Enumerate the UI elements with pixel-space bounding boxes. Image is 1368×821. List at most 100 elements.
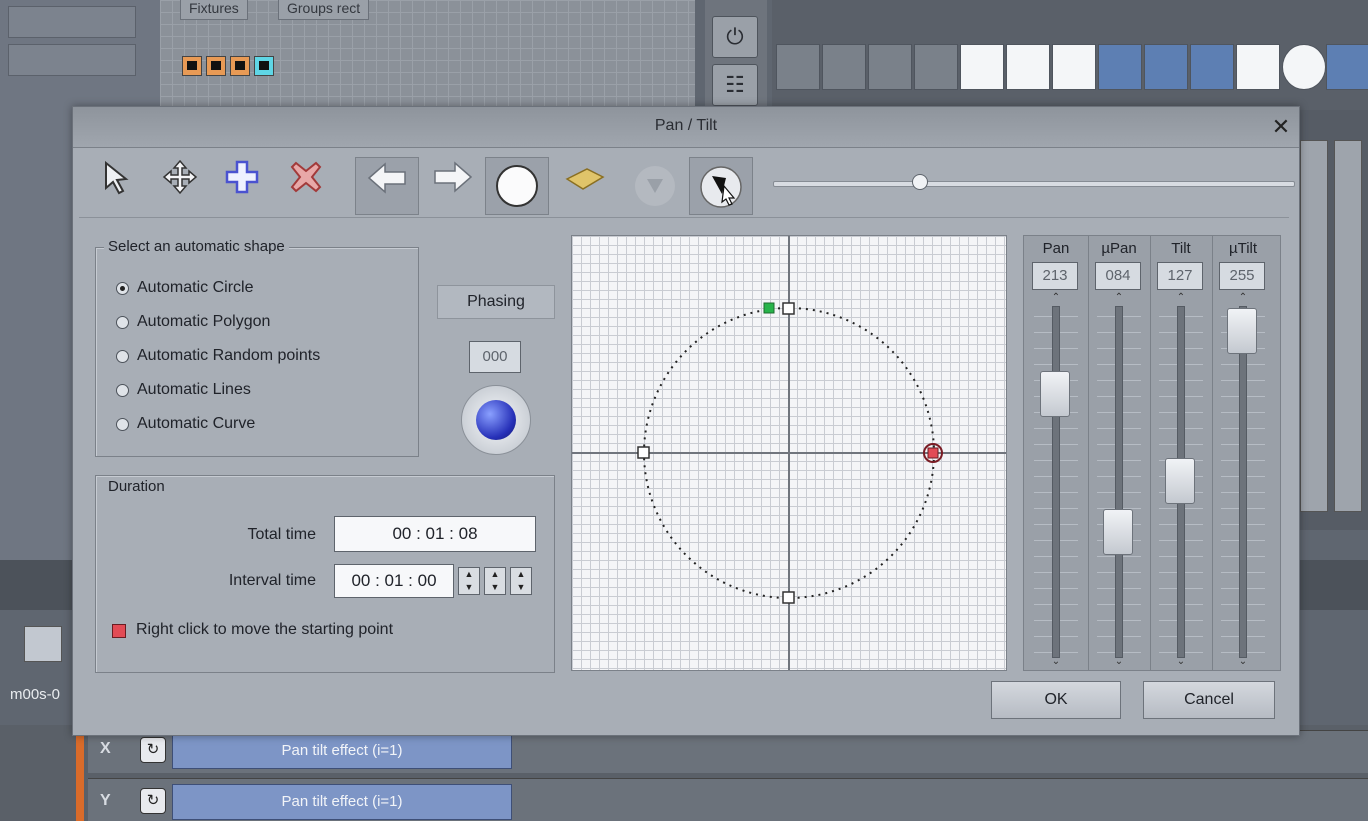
fader-handle[interactable] (1227, 308, 1257, 354)
duration-groupbox: Duration Total time 00 : 01 : 08 Interva… (95, 475, 555, 673)
ok-button[interactable]: OK (991, 681, 1121, 719)
fader-track[interactable] (1115, 306, 1123, 658)
fader-value[interactable]: 084 (1095, 262, 1141, 290)
preset-cell[interactable] (822, 44, 866, 90)
preset-cell[interactable] (1006, 44, 1050, 90)
radio-indicator[interactable] (116, 315, 129, 329)
fixture-icon[interactable] (206, 56, 226, 76)
fader-up-icon[interactable]: ⌃ (1050, 292, 1062, 304)
preset-cell[interactable] (1236, 44, 1280, 90)
map-icon[interactable] (553, 157, 617, 215)
dialog-title: Pan / Tilt (654, 117, 718, 134)
effect-clip[interactable]: Pan tilt effect (i=1) (172, 784, 512, 820)
rail-fader[interactable] (1300, 140, 1328, 512)
radio-label: Automatic Polygon (137, 313, 271, 330)
row-letter: Y (100, 792, 111, 809)
fader-up-icon[interactable]: ⌃ (1175, 292, 1187, 304)
radio-automatic-lines[interactable]: Automatic Lines (116, 378, 251, 402)
preset-cell[interactable] (1052, 44, 1096, 90)
radio-automatic-random-points[interactable]: Automatic Random points (116, 344, 320, 368)
fader-upan: µPan 084 ⌃ ⌄ (1088, 236, 1148, 670)
arrow-left-icon[interactable] (355, 157, 419, 215)
preset-cell[interactable] (776, 44, 820, 90)
spin-seconds-icon[interactable]: ▲ ▼ (510, 567, 532, 595)
tab-groups-rect[interactable]: Groups rect (278, 0, 370, 20)
interval-time-field[interactable]: 00 : 01 : 00 (334, 564, 454, 598)
radio-indicator[interactable] (116, 383, 129, 397)
fader-label: µPan (1101, 240, 1137, 257)
radio-automatic-circle[interactable]: Automatic Circle (116, 276, 253, 300)
fader-value[interactable]: 213 (1032, 262, 1078, 290)
speed-slider[interactable] (773, 181, 1295, 187)
close-icon[interactable]: ✕ (1269, 115, 1293, 139)
fader-up-icon[interactable]: ⌃ (1237, 292, 1249, 304)
trajectory (637, 302, 943, 604)
fade-down-icon[interactable] (623, 157, 687, 215)
select-arrow-icon[interactable] (87, 157, 145, 215)
radio-indicator[interactable] (116, 281, 129, 295)
fixture-icon[interactable] (254, 56, 274, 76)
speed-slider-knob[interactable] (911, 174, 928, 190)
preset-cell[interactable] (914, 44, 958, 90)
refresh-icon[interactable]: ↻ (140, 737, 166, 763)
radio-indicator[interactable] (116, 349, 129, 363)
fader-tilt: Tilt 127 ⌃ ⌄ (1150, 236, 1210, 670)
cursor-pointer-icon[interactable] (689, 157, 753, 215)
radio-automatic-curve[interactable]: Automatic Curve (116, 412, 255, 436)
start-point-hint: Right click to move the starting point (136, 621, 394, 638)
knob-icon (476, 400, 516, 440)
preset-cell[interactable] (868, 44, 912, 90)
refresh-icon[interactable]: ↻ (140, 788, 166, 814)
move-cross-icon[interactable] (151, 157, 209, 215)
effect-icon[interactable] (1326, 44, 1368, 90)
playhead[interactable] (76, 725, 84, 821)
spin-hours-icon[interactable]: ▲ ▼ (458, 567, 480, 595)
prism-icon[interactable] (1144, 44, 1188, 90)
rail-fader[interactable] (1334, 140, 1362, 512)
fader-utilt: µTilt 255 ⌃ ⌄ (1212, 236, 1272, 670)
radio-indicator[interactable] (116, 417, 129, 431)
pan-tilt-grid[interactable] (571, 235, 1007, 671)
circle-shape-icon[interactable] (485, 157, 549, 215)
path-point-left (637, 446, 650, 459)
fader-down-icon[interactable]: ⌄ (1113, 656, 1125, 668)
effect-clip[interactable]: Pan tilt effect (i=1) (172, 733, 512, 769)
preset-circle[interactable] (1282, 44, 1326, 90)
fixture-icon[interactable] (182, 56, 202, 76)
preset-cell[interactable] (960, 44, 1004, 90)
beam-icon[interactable] (1190, 44, 1234, 90)
mixer-icon[interactable]: ☷ (712, 64, 758, 106)
arrow-right-icon[interactable] (421, 157, 485, 215)
fader-down-icon[interactable]: ⌄ (1237, 656, 1249, 668)
fader-label: Tilt (1171, 240, 1191, 257)
spin-minutes-icon[interactable]: ▲ ▼ (484, 567, 506, 595)
phasing-label: Phasing (437, 285, 555, 319)
fader-down-icon[interactable]: ⌄ (1050, 656, 1062, 668)
fader-down-icon[interactable]: ⌄ (1175, 656, 1187, 668)
fader-pan: Pan 213 ⌃ ⌄ (1026, 236, 1086, 670)
phasing-knob[interactable] (461, 385, 531, 455)
cube-icon[interactable] (24, 626, 62, 662)
fixture-icon[interactable] (230, 56, 250, 76)
fader-label: µTilt (1228, 240, 1258, 257)
fader-up-icon[interactable]: ⌃ (1113, 292, 1125, 304)
cancel-button[interactable]: Cancel (1143, 681, 1275, 719)
fader-track[interactable] (1239, 306, 1247, 658)
duration-groupbox-title: Duration (104, 478, 169, 495)
fader-value[interactable]: 255 (1219, 262, 1265, 290)
add-point-icon[interactable] (213, 157, 271, 215)
titlebar[interactable]: Pan / Tilt ✕ (73, 107, 1299, 148)
tab-fixtures[interactable]: Fixtures (180, 0, 248, 20)
fader-handle[interactable] (1165, 458, 1195, 504)
radio-automatic-polygon[interactable]: Automatic Polygon (116, 310, 270, 334)
total-time-field[interactable]: 00 : 01 : 08 (334, 516, 536, 552)
phasing-value[interactable]: 000 (469, 341, 521, 373)
left-bar (8, 44, 136, 76)
fader-handle[interactable] (1040, 371, 1070, 417)
power-icon[interactable]: ⏻ (712, 16, 758, 58)
fader-track[interactable] (1052, 306, 1060, 658)
fader-value[interactable]: 127 (1157, 262, 1203, 290)
fader-handle[interactable] (1103, 509, 1133, 555)
gobo-icon[interactable] (1098, 44, 1142, 90)
delete-point-icon[interactable] (277, 157, 335, 215)
